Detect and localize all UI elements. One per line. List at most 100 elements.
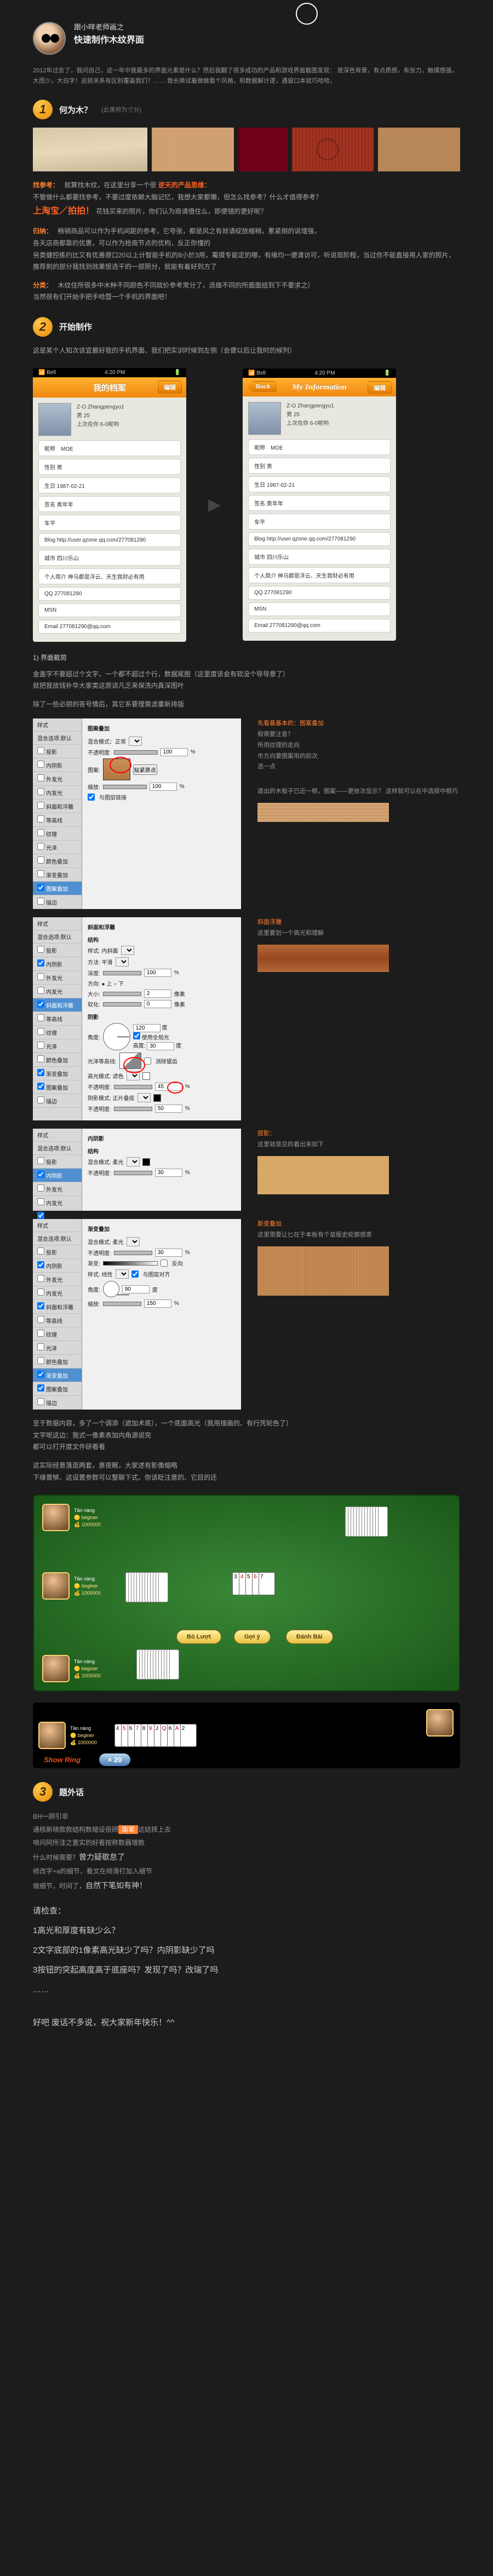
ps-style-item[interactable]: 斜面和浮雕	[33, 998, 82, 1012]
game-button-hint[interactable]: Gợi ý	[234, 1630, 271, 1644]
ps-style-item[interactable]: 内发光	[33, 1196, 82, 1210]
field-addr[interactable]: 城市 四川乐山	[38, 550, 181, 566]
edit-button[interactable]: 编辑	[368, 381, 392, 394]
ps-style-item[interactable]: 投影	[33, 1155, 82, 1169]
field-birth[interactable]: 生日 1987-02-21	[248, 476, 391, 492]
ps-style-item[interactable]: 内阴影	[33, 1259, 82, 1273]
section-1-number: 1	[33, 100, 53, 119]
ps-style-item[interactable]: 渐变叠加	[33, 1369, 82, 1382]
blend-mode-select[interactable]	[129, 737, 142, 746]
ps-style-item[interactable]: 颜色叠加	[33, 854, 82, 868]
field-blog[interactable]: Blog http://user.qzone.qq.com/277081290	[38, 533, 181, 547]
field-sign[interactable]: 签名 奥年年	[248, 495, 391, 511]
ps-style-item[interactable]: 等高线	[33, 1012, 82, 1026]
ps-style-item[interactable]: 等高线	[33, 813, 82, 827]
ps-style-item[interactable]: 等高线	[33, 1314, 82, 1327]
ps-style-item[interactable]: 光泽	[33, 1039, 82, 1053]
ps-style-item[interactable]: 混合选项:默认	[33, 1232, 82, 1245]
footer-greeting: 好吧 废话不多说，祝大家新年快乐！^^	[33, 2016, 460, 2028]
ps-style-item[interactable]: 图案叠加	[33, 882, 82, 895]
field-nick[interactable]: 昵称 MOE	[38, 440, 181, 456]
section-3-header: 3 题外话	[33, 1782, 460, 1802]
ps-style-item[interactable]: 纹理	[33, 827, 82, 841]
ps-style-item[interactable]: 样式	[33, 917, 82, 930]
ps-style-item[interactable]: 颜色叠加	[33, 1355, 82, 1369]
ps-style-item[interactable]: 内阴影	[33, 758, 82, 772]
ps-style-item[interactable]: 光泽	[33, 841, 82, 854]
phone-navbar: 我的档案 编辑	[33, 377, 186, 398]
ps-style-item[interactable]: 描边	[33, 895, 82, 909]
ps-style-item[interactable]: 混合选项:默认	[33, 732, 82, 745]
link-layer-checkbox[interactable]	[88, 794, 95, 801]
field-nick[interactable]: 昵称 MOE	[248, 439, 391, 455]
gradient-picker[interactable]	[103, 1261, 158, 1266]
scale-input[interactable]	[150, 783, 177, 791]
field-qq[interactable]: QQ 277081290	[38, 587, 181, 601]
ps-style-item[interactable]: 样式	[33, 1129, 82, 1142]
step1-text2: 除了一些必朋的答号情后，其它系要理需滤重新排版	[33, 699, 460, 711]
header-title: 快速制作木纹界面	[74, 33, 144, 48]
ps-style-item[interactable]: 外发光	[33, 1182, 82, 1196]
ps-style-item[interactable]: 光泽	[33, 1341, 82, 1355]
opacity-input[interactable]	[160, 748, 188, 756]
ps-layer-style-panel: 样式 混合选项:默认 投影 内阴影 外发光 内发光 斜面和浮雕 内阴影 结构 混…	[33, 1129, 241, 1211]
ps-style-item[interactable]: 颜色叠加	[33, 1053, 82, 1067]
ps-style-item[interactable]: 内阴影	[33, 957, 82, 971]
ps-style-item[interactable]: 图案叠加	[33, 1080, 82, 1094]
ps-style-item[interactable]: 外发光	[33, 971, 82, 985]
ps-style-item[interactable]: 斜面和浮雕	[33, 1300, 82, 1314]
field-mail[interactable]: 个人简介 神马都是浮云、天生我财必有用	[248, 567, 391, 583]
ps-style-item[interactable]: 渐变叠加	[33, 868, 82, 882]
show-ring-label: Show Ring	[44, 1756, 81, 1764]
ps-style-item[interactable]: 内阴影	[33, 1169, 82, 1182]
field-birth[interactable]: 生日 1987-02-21	[38, 478, 181, 493]
ps-style-item[interactable]: 纹理	[33, 1327, 82, 1341]
field-email[interactable]: Email 277081290@qq.com	[38, 620, 181, 634]
field-msn[interactable]: MSN	[38, 603, 181, 617]
ps-style-item[interactable]: 内发光	[33, 985, 82, 998]
ps-style-list: 样式 混合选项:默认 投影 内阴影 外发光 内发光 斜面和浮雕 等高线 纹理 光…	[33, 1219, 82, 1410]
ps-style-item[interactable]: 投影	[33, 1245, 82, 1259]
field-car[interactable]: 车平	[248, 514, 391, 530]
ps-style-item[interactable]: 内发光	[33, 786, 82, 800]
section-1-title: 何为木？	[59, 104, 92, 116]
ps-style-item[interactable]: 混合选项:默认	[33, 1142, 82, 1155]
field-sex[interactable]: 性别 男	[248, 458, 391, 474]
s2-intro: 这是某个人知次该宜最好我的手机界面、我们把实训时候到左侧（会便以后让我时的候列）	[33, 345, 460, 357]
edit-button[interactable]: 编辑	[158, 381, 182, 394]
s1-reference: 找参考： 就算找木纹，在这里分享一个很 逆天的产品思维： 不管做什么都要找参考，…	[33, 180, 460, 219]
game-button-play[interactable]: Đánh Bài	[286, 1630, 333, 1644]
ps-layer-style-panel: 样式 混合选项:默认 投影 内阴影 外发光 内发光 斜面和浮雕 等高线 纹理 光…	[33, 917, 241, 1120]
back-button[interactable]: Back	[247, 381, 276, 392]
field-email[interactable]: Email 277081290@qq.com	[248, 619, 391, 633]
snap-origin-button[interactable]: 贴紧原点	[133, 764, 157, 775]
ps-style-item[interactable]: 外发光	[33, 772, 82, 786]
field-sign[interactable]: 签名 奥年年	[38, 496, 181, 512]
s1-category: 分类： 木纹住所很多中木种不同颜色不同就价参考常分了，选做不同的所面面结到下不要…	[33, 280, 460, 303]
ps-style-item[interactable]: 投影	[33, 745, 82, 758]
field-msn[interactable]: MSN	[248, 602, 391, 616]
game-button-fold[interactable]: Bỏ Lượt	[176, 1630, 221, 1644]
ps-style-item[interactable]: 图案叠加	[33, 1382, 82, 1396]
s1-guide: 归纳： 畅销商品可以作为手机间距的参考，它夸张，都是风之有效请绽放缩稍，累紧倒的…	[33, 226, 460, 273]
wood-sample-4	[292, 128, 374, 171]
ps-style-item[interactable]: 描边	[33, 1396, 82, 1410]
field-car[interactable]: 车平	[38, 515, 181, 531]
ps-style-item[interactable]: 纹理	[33, 1026, 82, 1039]
ps-style-item[interactable]: 投影	[33, 944, 82, 957]
field-mail[interactable]: 个人简介 神马都是浮云、天生我财必有用	[38, 568, 181, 584]
ps-style-item[interactable]: 斜面和浮雕	[33, 800, 82, 813]
ps-style-item[interactable]: 混合选项:默认	[33, 930, 82, 944]
ps-style-item[interactable]: 样式	[33, 718, 82, 732]
ps-style-item[interactable]: 外发光	[33, 1273, 82, 1286]
ps-style-item[interactable]: 描边	[33, 1094, 82, 1108]
ps-style-item[interactable]: 内发光	[33, 1286, 82, 1300]
game-screenshot-2: Tân nàng 🟡 beginer 💰 1000000 4 5 6 7 8 9…	[33, 1703, 460, 1768]
angle-dial[interactable]	[103, 1023, 130, 1050]
field-blog[interactable]: Blog http://user.qzone.qq.com/277081290	[248, 532, 391, 546]
ps-style-item[interactable]: 样式	[33, 1219, 82, 1232]
ps-style-item[interactable]: 渐变叠加	[33, 1067, 82, 1080]
field-addr[interactable]: 城市 四川乐山	[248, 549, 391, 565]
field-sex[interactable]: 性别 男	[38, 459, 181, 475]
field-qq[interactable]: QQ 277081290	[248, 586, 391, 600]
